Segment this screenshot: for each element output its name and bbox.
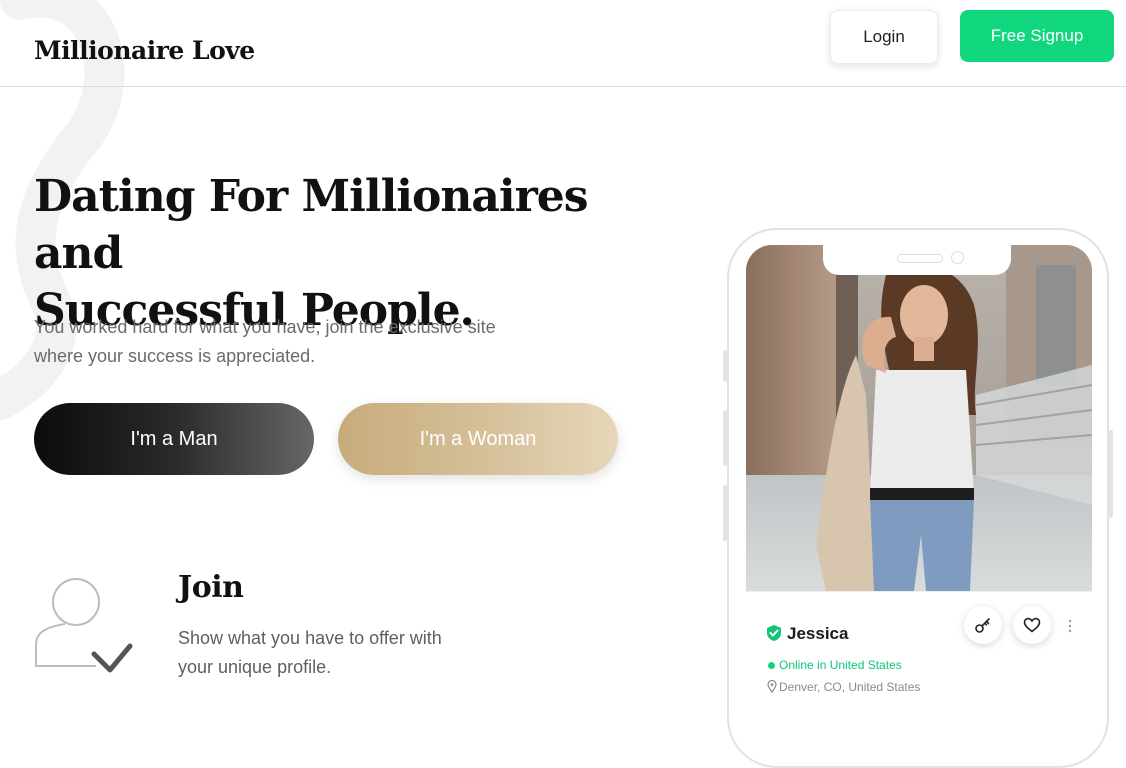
- hero-subtitle-line1: You worked hard for what you have, join …: [34, 317, 496, 337]
- join-feature-title: Join: [178, 570, 244, 605]
- site-header: Millionaire Love Login Free Signup: [0, 0, 1126, 87]
- user-check-icon: [35, 578, 133, 673]
- login-button[interactable]: Login: [830, 10, 938, 64]
- im-a-woman-button[interactable]: I'm a Woman: [338, 403, 618, 475]
- like-button[interactable]: [1013, 606, 1051, 644]
- profile-location: Denver, CO, United States: [779, 680, 921, 694]
- key-button[interactable]: [964, 606, 1002, 644]
- profile-photo[interactable]: [746, 245, 1092, 591]
- im-a-man-button[interactable]: I'm a Man: [34, 403, 314, 475]
- location-pin-icon: [767, 680, 777, 693]
- verified-shield-icon: [767, 625, 781, 641]
- phone-power-button: [1109, 430, 1113, 518]
- profile-photo-illustration: [746, 245, 1092, 591]
- hero-subtitle: You worked hard for what you have, join …: [34, 313, 554, 371]
- hero-subtitle-line2: where your success is appreciated.: [34, 346, 316, 366]
- join-desc-line2: your unique profile.: [178, 657, 332, 677]
- online-status-dot: [768, 662, 775, 669]
- join-desc-line1: Show what you have to offer with: [178, 628, 442, 648]
- profile-name[interactable]: Jessica: [787, 624, 848, 644]
- site-logo[interactable]: Millionaire Love: [34, 36, 255, 65]
- heart-icon: [1023, 617, 1041, 633]
- online-status-text: Online in United States: [779, 658, 902, 672]
- phone-speaker: [897, 254, 943, 263]
- phone-camera: [951, 251, 964, 264]
- hero-title-line1: Dating For Millionaires and: [34, 171, 589, 279]
- key-icon: [975, 618, 990, 633]
- free-signup-button[interactable]: Free Signup: [960, 10, 1114, 62]
- join-feature-description: Show what you have to offer with your un…: [178, 624, 498, 682]
- more-icon[interactable]: [1066, 618, 1074, 634]
